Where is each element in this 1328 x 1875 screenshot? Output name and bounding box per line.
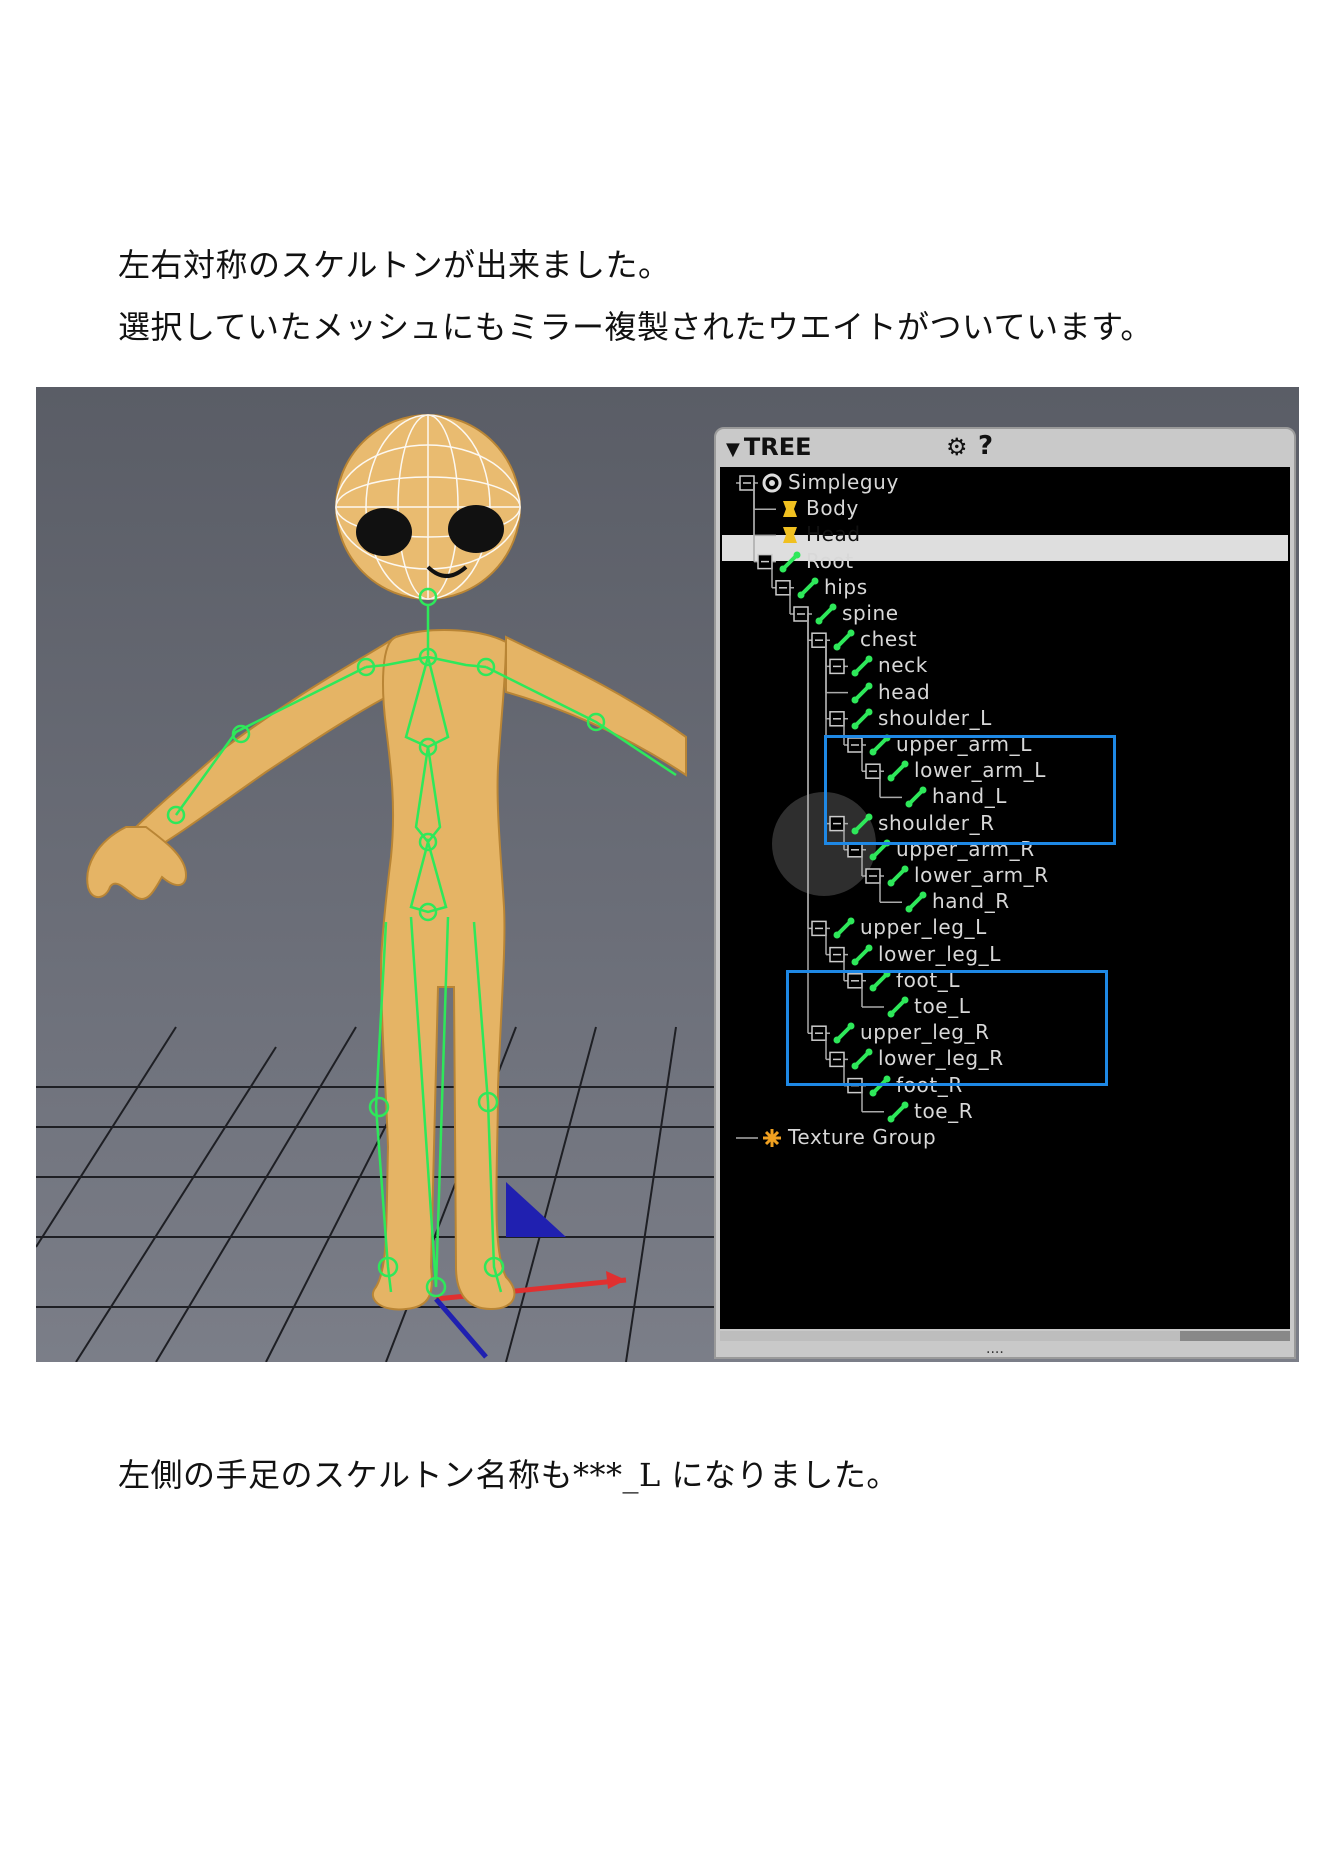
tree-node-label: Head: [806, 522, 861, 547]
tree-panel[interactable]: ▼ TREE ⚙ ? Simpleguy Body Head Root hips spine…: [714, 427, 1296, 1361]
bone-icon: [887, 865, 909, 887]
gear-icon[interactable]: ⚙: [946, 433, 968, 461]
help-icon[interactable]: ?: [978, 431, 993, 461]
tree-title[interactable]: ▼ TREE: [726, 433, 811, 461]
bone-icon: [851, 708, 873, 730]
tree-horizontal-scrollbar[interactable]: [720, 1331, 1290, 1341]
tree-node-label: lower_arm_R: [914, 863, 1049, 887]
tree-node-label: upper_leg_L: [860, 915, 987, 940]
highlight-box-arm-l: [824, 735, 1116, 845]
tree-node-label: hips: [824, 574, 868, 599]
intro-paragraph-2: 選択していたメッシュにもミラー複製されたウエイトがついています。: [118, 308, 1153, 346]
tree-node-label: Root: [806, 548, 854, 573]
floor-grid: [36, 1026, 726, 1362]
character-head: [335, 414, 521, 600]
screenshot-figure: ▼ TREE ⚙ ? Simpleguy Body Head Root hips spine…: [36, 387, 1299, 1362]
tree-node-label: lower_leg_L: [878, 941, 1001, 966]
bone-icon: [833, 629, 855, 651]
bone-icon: [815, 603, 837, 625]
bone-icon: [779, 551, 801, 573]
collapse-triangle-icon[interactable]: ▼: [726, 439, 740, 460]
highlight-box-leg-l: [786, 970, 1108, 1086]
bone-icon: [851, 682, 873, 704]
tree-node-label: hand_R: [932, 889, 1010, 914]
mesh-icon: [783, 527, 797, 544]
tree-node-label: Body: [806, 496, 859, 521]
tree-node-label: spine: [842, 601, 899, 625]
bone-icon: [833, 917, 855, 939]
bone-icon: [851, 944, 873, 966]
tree-node-label: Simpleguy: [788, 470, 899, 494]
tree-header: ▼ TREE ⚙ ?: [716, 429, 1294, 463]
axis-z-plane: [506, 1182, 566, 1237]
tree-title-text: TREE: [743, 433, 812, 461]
scene-icon: [762, 473, 782, 493]
tree-node-label: chest: [860, 627, 918, 652]
scrollbar-thumb[interactable]: [720, 1331, 1180, 1341]
intro-paragraph-1: 左右対称のスケルトンが出来ました。: [118, 246, 671, 284]
tree-node-label: Texture Group: [788, 1125, 937, 1149]
resize-grip-icon[interactable]: ····: [986, 1345, 1004, 1361]
tree-node-label: toe_R: [914, 1098, 974, 1123]
bone-icon: [905, 891, 927, 913]
bone-icon: [851, 655, 873, 677]
axis-x-arrow: [606, 1271, 626, 1289]
tree-node-label: shoulder_L: [878, 705, 992, 730]
texture-group-icon: [763, 1129, 781, 1147]
bone-icon: [887, 1101, 909, 1123]
mesh-icon: [783, 501, 797, 518]
closing-paragraph: 左側の手足のスケルトン名称も***_L になりました。: [118, 1456, 899, 1494]
bone-icon: [797, 577, 819, 599]
tree-node-label: neck: [878, 653, 928, 678]
character-mesh: [86, 629, 687, 1311]
tree-body[interactable]: Simpleguy Body Head Root hips spine chest neck h…: [720, 467, 1290, 1329]
tree-node-label: head: [878, 679, 931, 704]
